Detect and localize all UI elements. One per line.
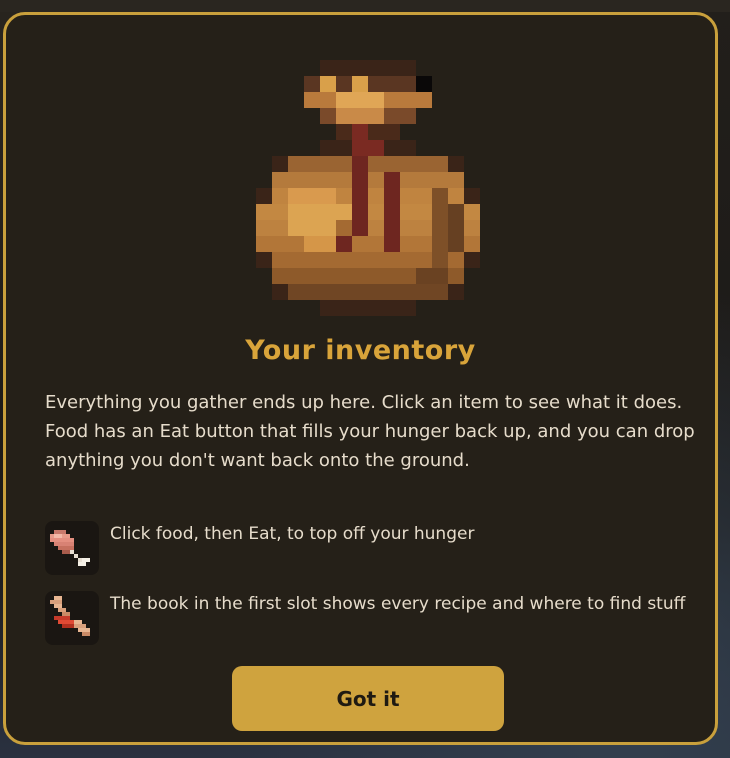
tip-item: Click food, then Eat, to top off your hu… [45, 521, 695, 575]
inventory-tutorial-modal: Your inventory Everything you gather end… [3, 12, 718, 745]
meat-drumstick-icon [45, 521, 99, 575]
tip-item: The book in the first slot shows every r… [45, 591, 695, 645]
inventory-bag-icon [256, 60, 480, 316]
backdrop-hud-strip [0, 0, 730, 12]
modal-title: Your inventory [245, 335, 476, 366]
got-it-button[interactable]: Got it [232, 666, 504, 731]
modal-description: Everything you gather ends up here. Clic… [45, 392, 695, 471]
tip-text: The book in the first slot shows every r… [110, 594, 686, 614]
crafting-hands-icon [45, 591, 99, 645]
tip-text: Click food, then Eat, to top off your hu… [110, 524, 475, 544]
